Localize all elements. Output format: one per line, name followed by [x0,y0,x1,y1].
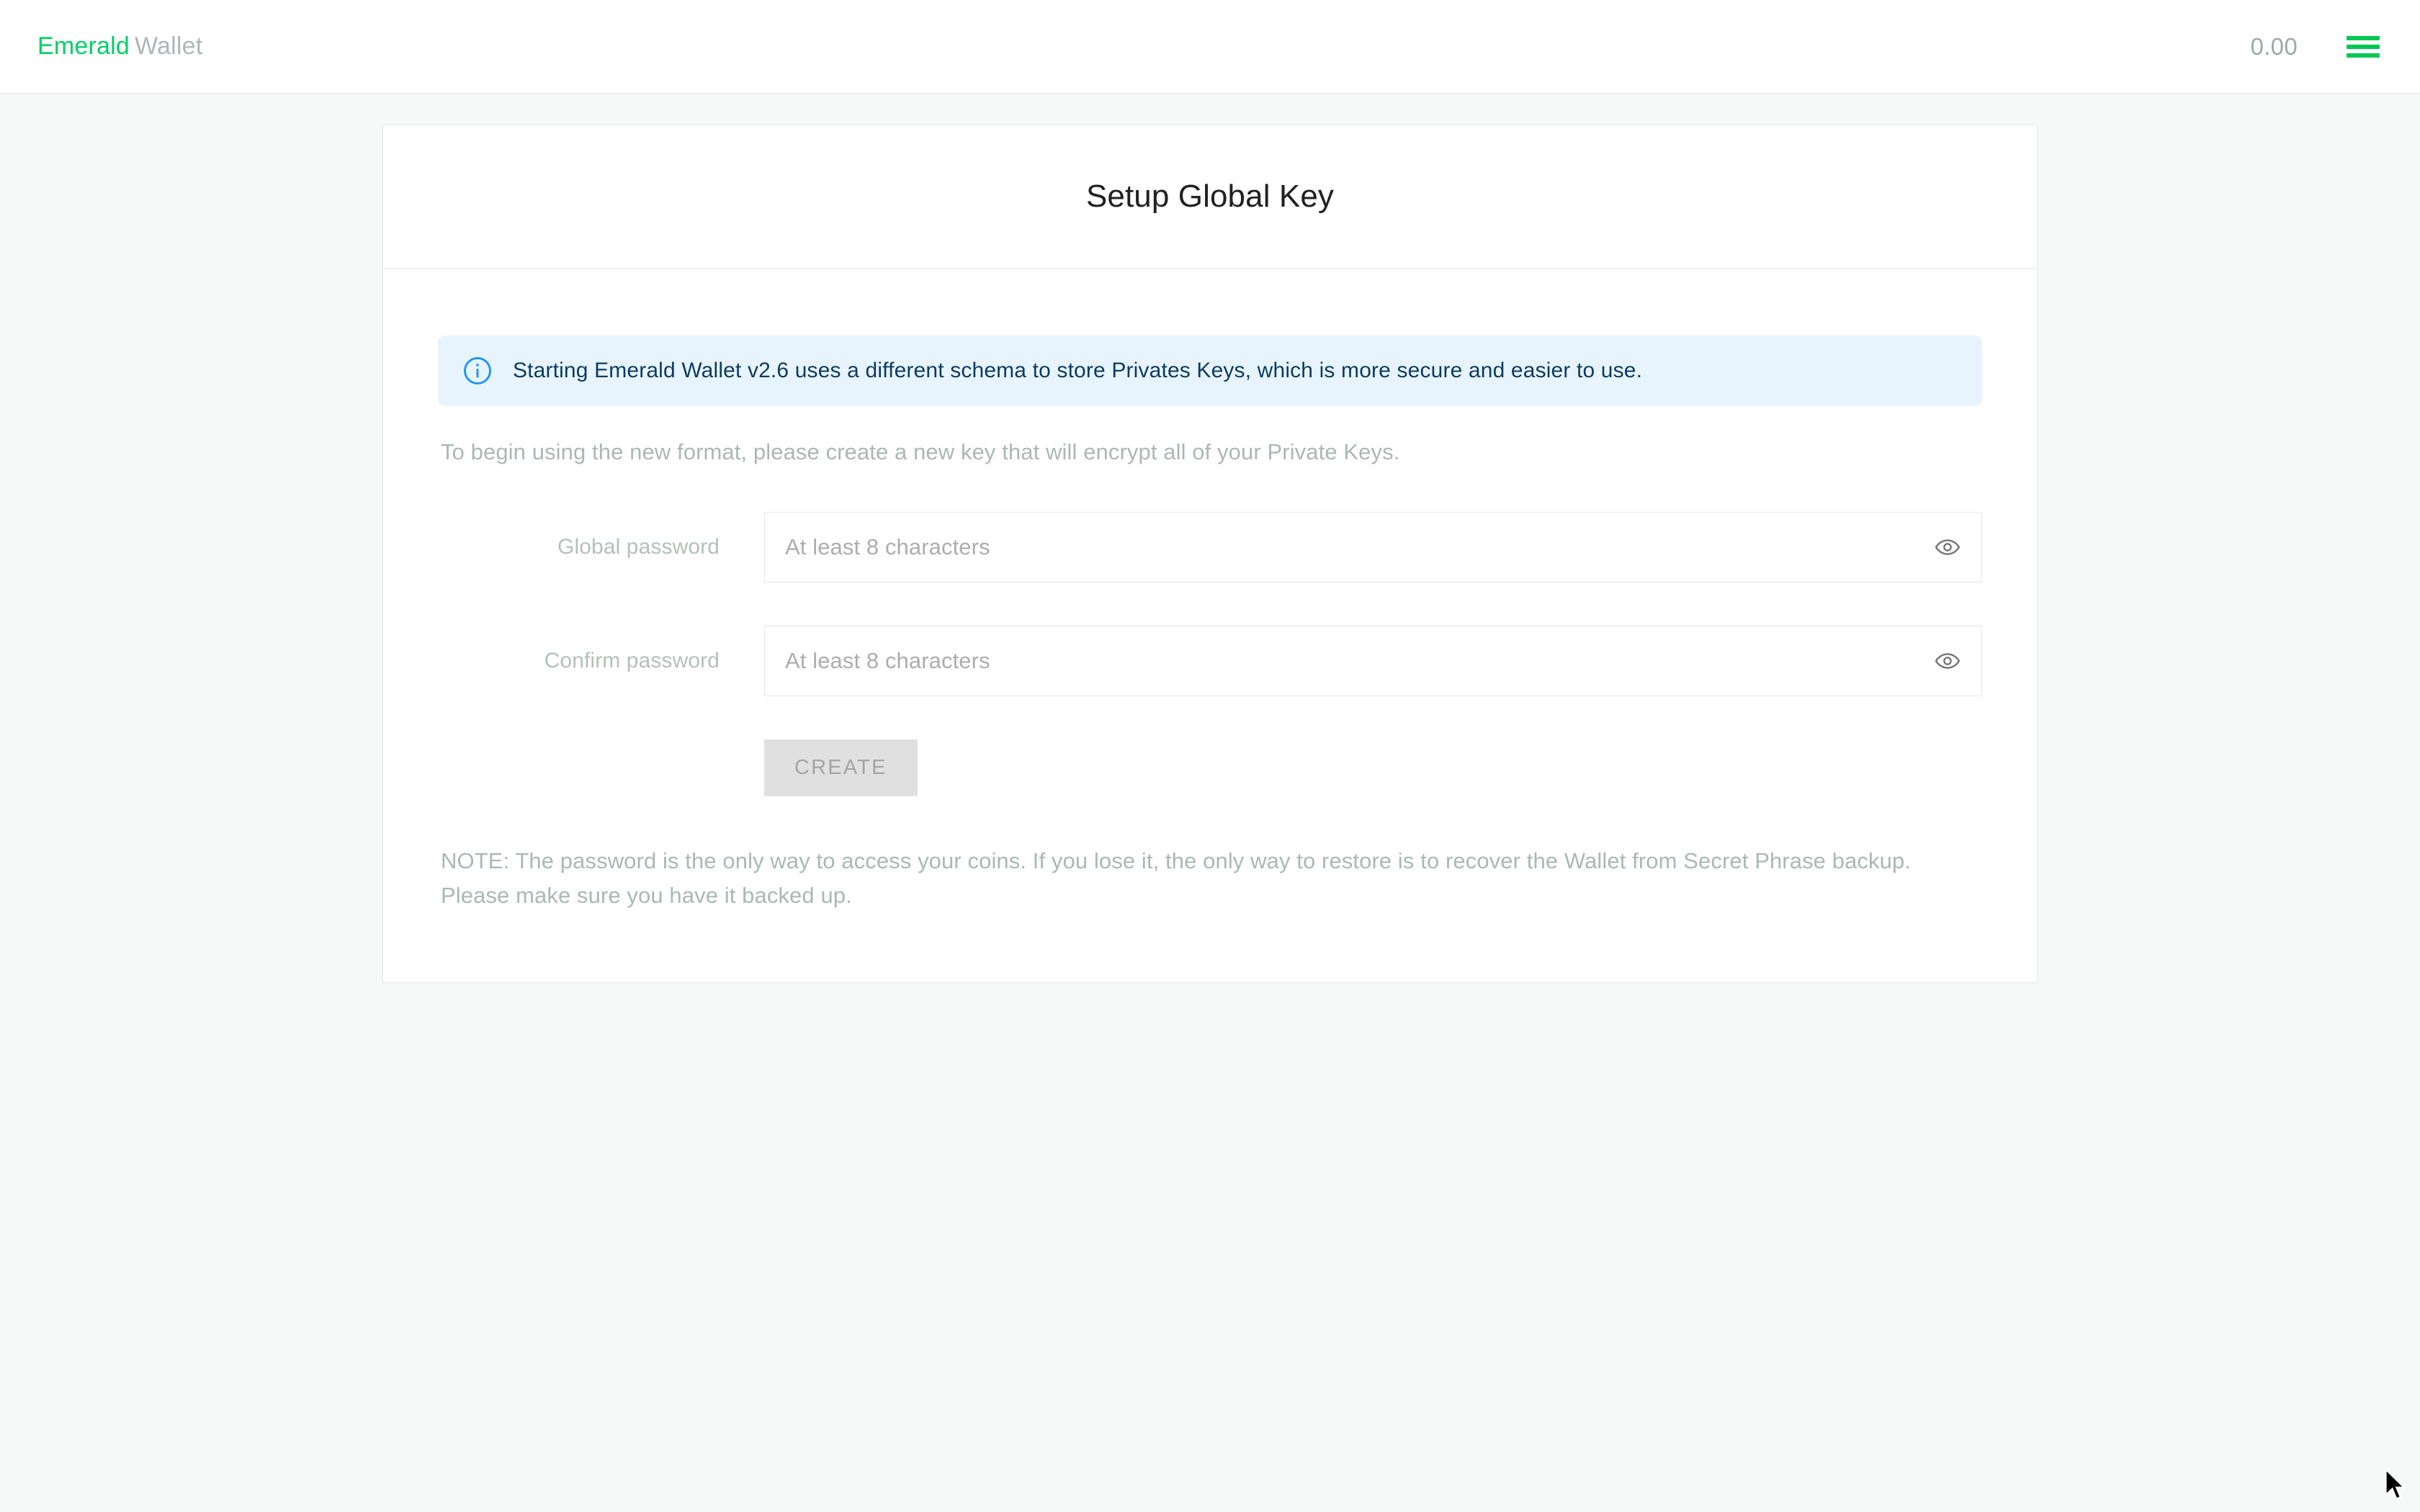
create-button-row: CREATE [438,739,1982,796]
hamburger-menu-icon[interactable] [2347,32,2380,61]
menu-bar-2 [2347,45,2380,49]
header-right-group: 0.00 [2251,32,2380,61]
global-password-row: Global password [438,512,1982,582]
setup-global-key-card: Setup Global Key Starting Emerald Wallet… [382,125,2038,983]
confirm-password-input-wrapper[interactable] [764,626,1982,696]
info-circle-icon [462,356,493,386]
info-alert: Starting Emerald Wallet v2.6 uses a diff… [438,336,1982,406]
create-row-spacer [438,739,764,796]
card-body: Starting Emerald Wallet v2.6 uses a diff… [383,269,2037,982]
info-alert-message: Starting Emerald Wallet v2.6 uses a diff… [513,356,1642,386]
confirm-password-label: Confirm password [438,649,764,673]
brand-name-primary: Emerald [37,32,130,60]
brand-logo[interactable]: EmeraldWallet [37,32,202,60]
menu-bar-1 [2347,36,2380,40]
password-note: NOTE: The password is the only way to ac… [438,844,1929,913]
eye-icon-glyph [1935,648,1960,674]
confirm-password-row: Confirm password [438,626,1982,696]
brand-name-secondary: Wallet [135,32,202,60]
global-password-label: Global password [438,535,764,559]
eye-icon[interactable] [1930,529,1966,565]
global-password-input-wrapper[interactable] [764,512,1982,582]
balance-total: 0.00 [2251,33,2298,60]
eye-icon-glyph [1935,534,1960,560]
card-header: Setup Global Key [383,125,2037,269]
global-password-input[interactable] [765,513,1981,582]
menu-bar-3 [2347,53,2380,58]
confirm-password-input[interactable] [765,626,1981,696]
eye-icon[interactable] [1930,643,1966,679]
create-button[interactable]: CREATE [764,739,918,796]
app-header: EmeraldWallet 0.00 [0,0,2420,94]
mouse-pointer-icon [2383,1467,2407,1502]
intro-description: To begin using the new format, please cr… [438,436,1982,469]
page-title: Setup Global Key [1086,179,1334,215]
